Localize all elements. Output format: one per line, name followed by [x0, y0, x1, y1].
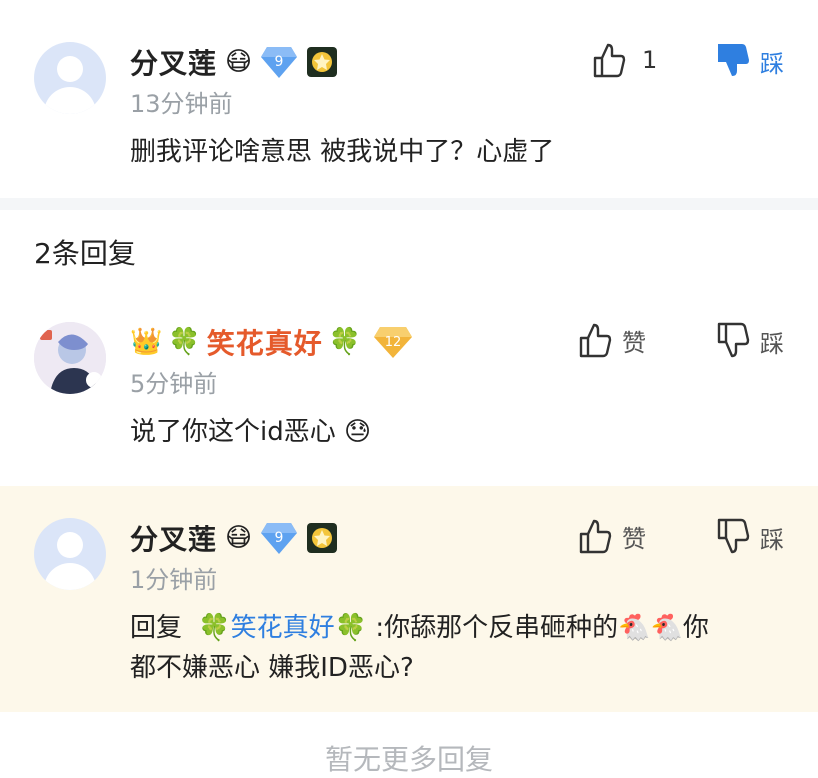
mask-face-emoji: 😷	[225, 523, 253, 553]
thumbs-up-icon	[593, 43, 626, 78]
username[interactable]: 笑花真好	[207, 322, 323, 362]
svg-text:9: 9	[275, 530, 284, 546]
username[interactable]: 分叉莲	[130, 518, 217, 558]
chicken-emoji: 🐔	[618, 613, 651, 643]
level-diamond-icon: 12	[374, 327, 413, 358]
comment-text: 说了你这个id恶心 😓	[130, 417, 372, 447]
mention-link[interactable]: 笑花真好	[231, 613, 335, 643]
dislike-button[interactable]: 踩	[716, 322, 784, 360]
clover-emoji: 🍀	[198, 613, 231, 643]
thumbs-up-icon	[579, 323, 612, 358]
like-label: 赞	[622, 524, 646, 553]
dislike-button[interactable]: 踩	[716, 42, 784, 80]
medal-badge-icon	[307, 523, 338, 553]
thumbs-down-icon	[717, 322, 750, 358]
like-label: 赞	[622, 328, 646, 357]
comment-text: 回复 🍀笑花真好🍀 :你舔那个反串砸种的🐔🐔你 都不嫌恶心 嫌我ID恶心?	[130, 613, 709, 683]
level-diamond-icon: 9	[261, 523, 298, 554]
level-diamond-icon: 9	[261, 47, 298, 78]
like-button[interactable]: 赞	[578, 322, 646, 358]
thumbs-down-icon	[717, 518, 750, 554]
clover-emoji: 🍀	[334, 613, 368, 643]
clover-emoji: 🍀	[168, 327, 201, 357]
comment-thread: 分叉莲 😷 9 13分钟前 删我评论啥意思 被我说中了？心虚了 1 踩 2条回复…	[0, 0, 818, 776]
reply-count: 2条回复	[34, 237, 136, 270]
svg-text:12: 12	[385, 335, 402, 350]
svg-text:9: 9	[275, 54, 284, 70]
sweat-emoji: 😓	[344, 417, 372, 447]
dislike-label: 踩	[760, 49, 784, 78]
like-count: 1	[642, 46, 658, 74]
dislike-label: 踩	[760, 329, 784, 358]
avatar[interactable]	[34, 42, 106, 114]
dislike-label: 踩	[760, 525, 784, 554]
avatar[interactable]	[34, 518, 106, 590]
username[interactable]: 分叉莲	[130, 42, 217, 82]
timestamp: 5分钟前	[130, 370, 218, 398]
comment-text: 删我评论啥意思 被我说中了？心虚了	[130, 137, 555, 167]
like-button[interactable]: 1	[592, 42, 657, 78]
clover-emoji: 🍀	[328, 327, 362, 357]
medal-badge-icon	[307, 47, 338, 77]
chicken-emoji: 🐔	[650, 613, 683, 643]
thumbs-up-icon	[579, 519, 612, 554]
mask-face-emoji: 😷	[225, 47, 253, 77]
section-divider	[0, 198, 818, 210]
crown-emoji: 👑	[130, 327, 163, 357]
timestamp: 13分钟前	[130, 90, 233, 118]
thumbs-down-filled-icon	[718, 44, 749, 76]
no-more-replies: 暂无更多回复	[324, 743, 493, 776]
like-button[interactable]: 赞	[578, 518, 646, 554]
avatar[interactable]	[34, 322, 106, 394]
timestamp: 1分钟前	[130, 566, 218, 594]
dislike-button[interactable]: 踩	[716, 518, 784, 556]
